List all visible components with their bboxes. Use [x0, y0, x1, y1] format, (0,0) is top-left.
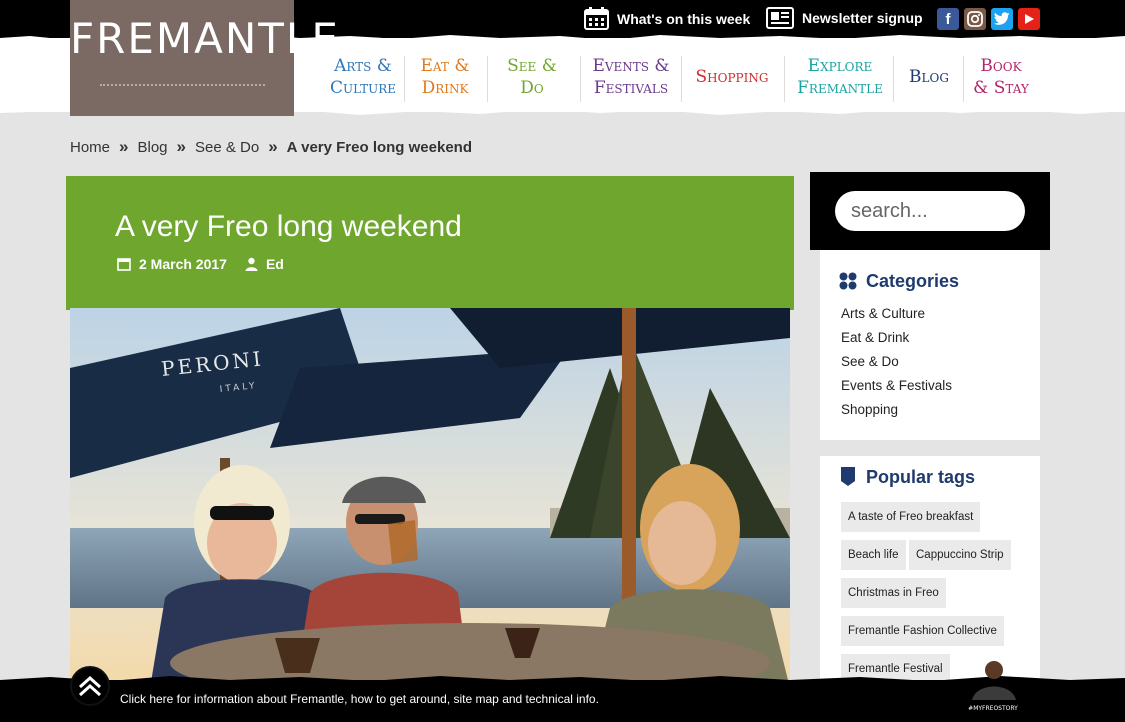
nav-divider — [580, 56, 581, 102]
categories-icon — [839, 272, 857, 290]
nav-arts-culture[interactable]: Arts & Culture — [330, 52, 396, 102]
scroll-up-button[interactable] — [70, 666, 110, 706]
nav-events-festivals[interactable]: Events & Festivals — [592, 52, 670, 102]
search-input[interactable] — [835, 191, 1025, 231]
article-date: 2 March 2017 — [139, 256, 227, 272]
nav-see-do-line1: See & Do — [507, 56, 557, 98]
nav-explore-fremantle[interactable]: Explore Fremantle — [796, 52, 884, 102]
nav-divider — [963, 56, 964, 102]
article-title: A very Freo long weekend — [115, 210, 462, 243]
nav-book-stay-line1: Book — [980, 56, 1022, 76]
newsletter-label: Newsletter signup — [802, 10, 923, 26]
nav-shopping-line1: Shopping — [695, 67, 769, 87]
nav-events-festivals-line1: Events & — [592, 56, 670, 76]
category-events-festivals[interactable]: Events & Festivals — [841, 378, 952, 393]
nav-shopping[interactable]: Shopping — [692, 52, 772, 102]
facebook-icon[interactable]: f — [937, 8, 959, 30]
logo-wordmark: FREMANTLE — [70, 14, 340, 63]
myfreostory-badge[interactable]: #MYFREOSTORY — [962, 656, 1024, 718]
breadcrumb-current: A very Freo long weekend — [286, 138, 473, 156]
nav-blog-label: Blog — [909, 66, 949, 88]
tags-panel: Popular tags A taste of Freo breakfast B… — [820, 456, 1040, 686]
nav-blog-line1: Blog — [909, 67, 949, 87]
nav-see-do-label: See & Do — [496, 55, 568, 99]
nav-arts-culture-label: Arts & Culture — [330, 55, 396, 99]
nav-divider — [784, 56, 785, 102]
breadcrumb-see-do[interactable]: See & Do — [195, 139, 259, 156]
footer-info-link[interactable]: Click here for information about Fremant… — [120, 692, 599, 706]
categories-panel: Categories Arts & Culture Eat & Drink Se… — [820, 250, 1040, 440]
category-see-do[interactable]: See & Do — [841, 354, 899, 369]
nav-book-stay-line2: & Stay — [973, 78, 1029, 98]
tag-fashion-collective[interactable]: Fremantle Fashion Collective — [841, 616, 1004, 646]
article-hero-image: PERONI ITALY — [70, 308, 790, 688]
breadcrumb: Home » Blog » See & Do » A very Freo lon… — [70, 137, 472, 157]
nav-events-festivals-label: Events & Festivals — [592, 55, 669, 99]
nav-eat-drink[interactable]: Eat & Drink — [412, 52, 478, 102]
article-author[interactable]: Ed — [266, 256, 284, 272]
nav-see-do[interactable]: See & Do — [496, 52, 568, 102]
nav-divider — [681, 56, 682, 102]
twitter-icon[interactable] — [991, 8, 1013, 30]
nav-book-stay[interactable]: Book & Stay — [970, 52, 1032, 102]
categories-title: Categories — [866, 271, 960, 291]
breadcrumb-blog[interactable]: Blog — [137, 139, 167, 156]
calendar-icon — [117, 258, 131, 271]
youtube-icon[interactable] — [1018, 8, 1040, 30]
nav-explore-fremantle-line2: Fremantle — [797, 78, 883, 98]
tags-title: Popular tags — [866, 467, 976, 487]
tag-christmas-in-freo[interactable]: Christmas in Freo — [841, 578, 946, 608]
instagram-icon[interactable] — [964, 8, 986, 30]
calendar-icon — [584, 7, 609, 30]
torn-edge-footer — [0, 676, 1125, 684]
nav-divider — [404, 56, 405, 102]
tag-cappuccino-strip[interactable]: Cappuccino Strip — [909, 540, 1011, 570]
nav-divider — [487, 56, 488, 102]
chevron-up-icon — [78, 675, 102, 697]
nav-shopping-label: Shopping — [696, 66, 769, 88]
nav-book-stay-label: Book & Stay — [973, 55, 1029, 99]
nav-blog[interactable]: Blog — [902, 52, 956, 102]
nav-arts-culture-line1: Arts & — [334, 56, 392, 76]
nav-explore-fremantle-label: Explore Fremantle — [797, 55, 883, 99]
nav-arts-culture-line2: Culture — [329, 78, 397, 98]
logo-tagline — [100, 76, 265, 86]
newsletter-link[interactable]: Newsletter signup — [766, 7, 923, 29]
category-arts-culture[interactable]: Arts & Culture — [841, 306, 925, 321]
newsletter-icon — [766, 7, 794, 29]
nav-eat-drink-label: Eat & Drink — [421, 55, 470, 99]
article-meta: 2 March 2017 Ed — [117, 256, 284, 272]
nav-eat-drink-line2: Drink — [421, 78, 469, 98]
tag-beach-life[interactable]: Beach life — [841, 540, 906, 570]
nav-eat-drink-line1: Eat & — [420, 56, 470, 76]
tag-icon — [841, 467, 855, 486]
fremantle-logo[interactable]: FREMANTLE — [70, 0, 340, 116]
breadcrumb-home[interactable]: Home — [70, 139, 110, 156]
whats-on-link[interactable]: What's on this week — [584, 7, 750, 30]
category-eat-drink[interactable]: Eat & Drink — [841, 330, 909, 345]
breadcrumb-separator-icon: » — [268, 137, 278, 156]
category-shopping[interactable]: Shopping — [841, 402, 898, 417]
nav-events-festivals-line2: Festivals — [593, 78, 669, 98]
nav-explore-fremantle-line1: Explore — [807, 56, 873, 76]
whats-on-label: What's on this week — [617, 10, 751, 27]
tag-taste-of-freo[interactable]: A taste of Freo breakfast — [841, 502, 981, 532]
user-icon — [245, 257, 258, 271]
breadcrumb-separator-icon: » — [119, 137, 129, 156]
breadcrumb-separator-icon: » — [176, 137, 186, 156]
nav-divider — [893, 56, 894, 102]
badge-text: #MYFREOSTORY — [968, 705, 1018, 712]
